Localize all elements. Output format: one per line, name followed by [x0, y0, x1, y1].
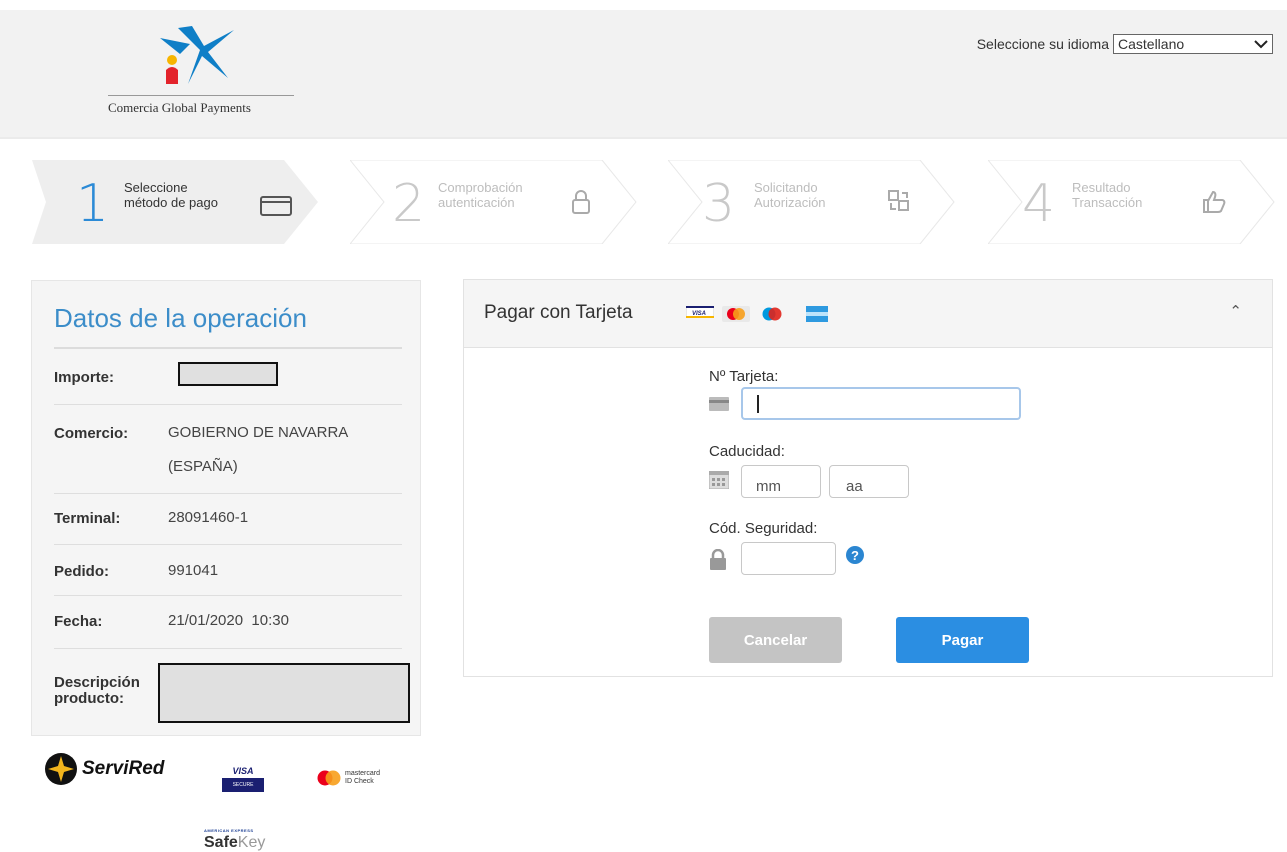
step-label: Seleccione método de pago — [124, 180, 218, 210]
maestro-card-icon — [762, 307, 782, 321]
descripcion-row: Descripción producto: — [54, 649, 410, 729]
expiry-year-input[interactable]: aa — [829, 465, 909, 498]
lock-icon — [710, 549, 726, 570]
servired-logo: ServiRed — [44, 752, 164, 786]
descripcion-redacted — [158, 663, 410, 723]
amex-card-icon — [806, 306, 828, 322]
comercio-value: GOBIERNO DE NAVARRA (ESPAÑA) — [168, 424, 349, 475]
payment-title: Pagar con Tarjeta — [484, 302, 633, 323]
language-label: Seleccione su idioma — [976, 36, 1109, 52]
chevron-up-icon[interactable]: ⌃ — [1229, 302, 1242, 320]
cvv-input[interactable] — [741, 542, 836, 575]
card-number-input[interactable] — [741, 387, 1021, 420]
step-number: 1 — [76, 174, 110, 234]
mastercard-card-icon — [722, 306, 750, 322]
pay-button[interactable]: Pagar — [896, 617, 1029, 663]
year-placeholder: aa — [846, 478, 863, 495]
chevron-down-icon — [1254, 40, 1268, 49]
step-label: Resultado Transacción — [1072, 180, 1143, 210]
mastercard-icon — [317, 770, 341, 786]
descripcion-label: Descripción producto: — [54, 674, 140, 707]
help-icon[interactable]: ? — [845, 545, 865, 565]
amex-text: AMERICAN EXPRESS — [204, 828, 254, 833]
importe-row: Importe: — [54, 349, 402, 405]
comercio-label: Comercio: — [54, 425, 129, 442]
fecha-value: 21/01/2020 10:30 — [168, 612, 289, 629]
terminal-row: Terminal: 28091460-1 — [54, 494, 402, 545]
lock-icon — [572, 190, 590, 214]
pedido-row: Pedido: 991041 — [54, 545, 402, 596]
pedido-label: Pedido: — [54, 563, 109, 580]
step-1: 1 Seleccione método de pago — [32, 160, 322, 244]
cancel-button[interactable]: Cancelar — [709, 617, 842, 663]
month-placeholder: mm — [756, 478, 781, 495]
step-number: 2 — [392, 174, 426, 234]
comercio-row: Comercio: GOBIERNO DE NAVARRA (ESPAÑA) — [54, 405, 402, 494]
language-selected: Castellano — [1118, 36, 1185, 52]
operation-title: Datos de la operación — [54, 303, 307, 333]
pedido-value: 991041 — [168, 562, 219, 579]
brand-text: Comercia Global Payments — [108, 95, 294, 116]
mastercard-text: mastercard ID Check — [345, 770, 381, 785]
step-4: 4 Resultado Transacción — [988, 160, 1287, 244]
visa-card-icon: VISA — [686, 306, 714, 318]
terminal-value: 28091460-1 — [168, 509, 249, 526]
servired-text: ServiRed — [82, 758, 165, 779]
svg-text:VISA: VISA — [692, 311, 706, 317]
visa-text: VISA — [232, 766, 254, 776]
step-3: 3 Solicitando Autorización — [668, 160, 968, 244]
terminal-label: Terminal: — [54, 510, 121, 527]
thumbs-up-icon — [1203, 190, 1226, 213]
transfer-icon — [888, 190, 909, 211]
fecha-row: Fecha: 21/01/2020 10:30 — [54, 596, 402, 649]
language-select[interactable]: Castellano — [1113, 34, 1273, 54]
language-selector: Seleccione su idioma Castellano — [977, 34, 1273, 54]
progress-steps: 1 Seleccione método de pago 2 Comprobació… — [32, 160, 1287, 244]
card-icon — [709, 397, 729, 411]
card-brands: VISA — [686, 306, 828, 322]
payment-header[interactable]: Pagar con Tarjeta VISA ⌃ — [464, 280, 1272, 348]
safekey-text: SafeKey — [204, 834, 266, 851]
amex-safekey-logo: AMERICAN EXPRESS SafeKey — [204, 828, 265, 852]
text-cursor — [757, 394, 759, 413]
cvv-label: Cód. Seguridad: — [709, 520, 818, 537]
card-icon — [260, 196, 292, 216]
importe-label: Importe: — [54, 369, 114, 386]
step-2: 2 Comprobación autenticación — [350, 160, 650, 244]
step-label: Solicitando Autorización — [754, 180, 826, 210]
operation-panel: Datos de la operación Importe: Comercio:… — [31, 280, 421, 736]
step-number: 4 — [1022, 174, 1056, 234]
step-number: 3 — [702, 174, 736, 234]
expiry-month-input[interactable]: mm — [741, 465, 821, 498]
mastercard-idcheck-logo: mastercard ID Check — [316, 770, 380, 786]
visa-secure-text: SECURE — [222, 778, 264, 792]
visa-secure-logo: VISA SECURE — [222, 766, 264, 792]
brand-logo: Comercia Global Payments — [108, 26, 294, 116]
fecha-label: Fecha: — [54, 613, 103, 630]
importe-redacted — [178, 362, 278, 386]
svg-text:?: ? — [851, 548, 859, 563]
header: Comercia Global Payments Seleccione su i… — [0, 10, 1287, 139]
card-number-label: Nº Tarjeta: — [709, 368, 779, 385]
expiry-label: Caducidad: — [709, 443, 785, 460]
servired-icon — [45, 753, 77, 785]
step-label: Comprobación autenticación — [438, 180, 523, 210]
calendar-icon — [709, 471, 729, 489]
payment-panel: Pagar con Tarjeta VISA ⌃ Nº Tarjeta: Cad… — [463, 279, 1273, 677]
